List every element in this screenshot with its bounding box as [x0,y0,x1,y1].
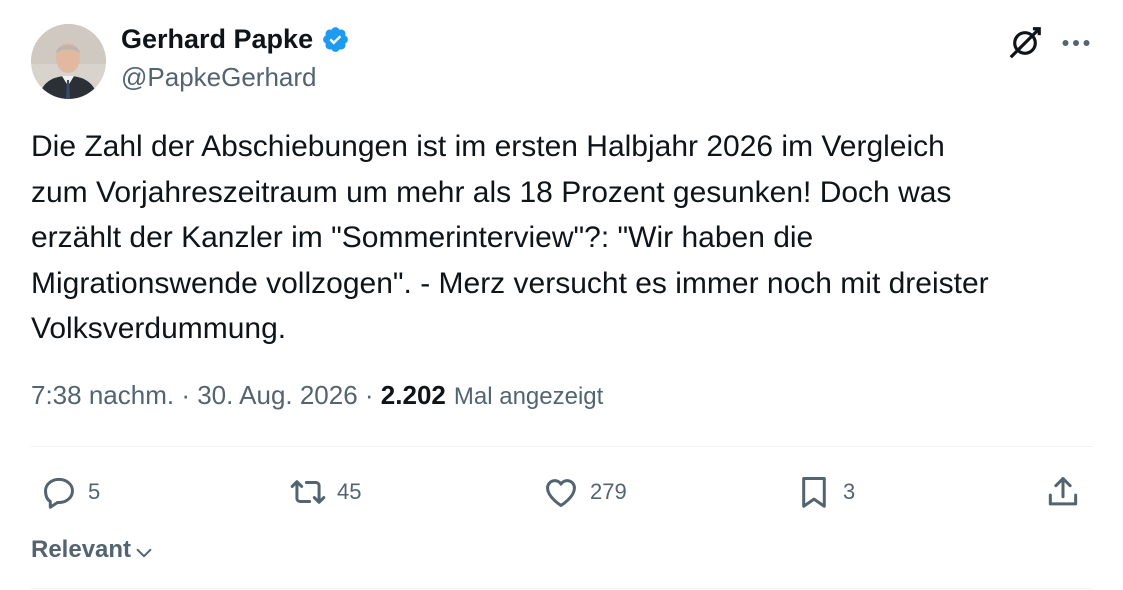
grok-icon[interactable] [1006,24,1044,62]
reply-button[interactable]: 5 [40,470,100,514]
like-count: 279 [590,479,627,504]
tweet-meta: 7:38 nachm. · 30. Aug. 2026 · 2.202 Mal … [31,380,603,411]
bookmark-icon [802,477,826,508]
views-count: 2.202 [380,380,446,410]
bookmark-button[interactable]: 3 [795,470,855,514]
avatar[interactable] [31,24,106,99]
more-options-icon[interactable] [1058,25,1094,61]
repost-button[interactable]: 45 [289,470,361,514]
tweet-text: Die Zahl der Abschiebungen ist im ersten… [31,130,989,345]
share-button[interactable] [1044,470,1082,514]
repost-count: 45 [337,479,362,504]
meta-separator: · [357,380,381,410]
avatar-photo [31,24,106,99]
author-name[interactable]: Gerhard Papke [121,24,313,55]
verified-badge-icon[interactable] [321,25,350,54]
reply-icon [44,477,74,509]
tweet-date[interactable]: 30. Aug. 2026 [197,380,357,411]
share-icon [1048,477,1078,506]
sort-label: Relevant [31,536,132,563]
author-handle[interactable]: @PapkeGerhard [121,62,317,93]
meta-separator: · [174,380,198,410]
reply-count: 5 [88,479,101,504]
sort-relevant-button[interactable]: Relevant [31,536,155,564]
chevron-down-icon [136,548,152,558]
divider [31,446,1093,447]
like-button[interactable]: 279 [542,470,627,514]
bookmark-count: 3 [843,479,856,504]
tweet-time[interactable]: 7:38 nachm. [31,380,174,411]
author-name-row[interactable]: Gerhard Papke [121,24,350,55]
repost-icon [290,480,326,504]
divider [31,588,1093,589]
heart-icon [546,479,576,507]
views-label: Mal angezeigt [453,383,604,410]
